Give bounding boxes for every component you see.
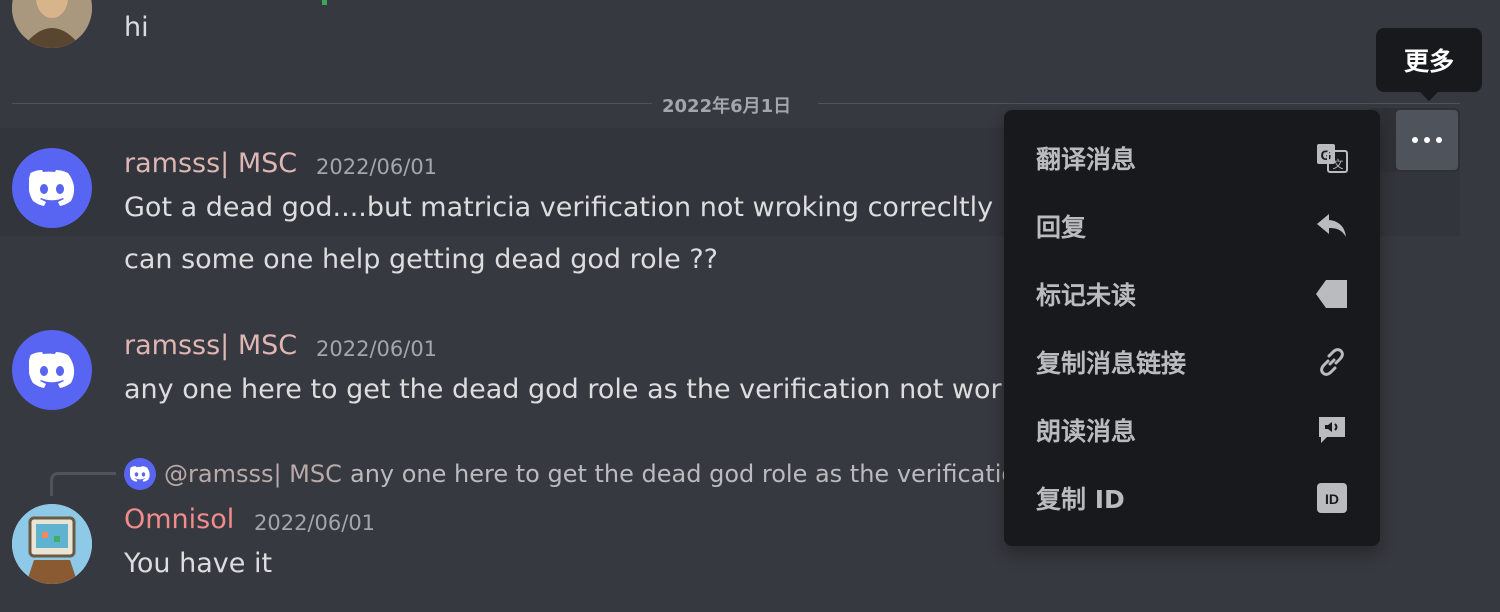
message-text: Got a dead god....but matricia verificat… [124, 192, 994, 223]
translate-icon: G 文 [1316, 142, 1348, 174]
menu-item-label: 回复 [1036, 213, 1087, 242]
reply-avatar[interactable] [124, 458, 156, 490]
more-dot [1436, 137, 1442, 143]
timestamp[interactable]: 2022/06/01 [316, 155, 437, 179]
message-text: can some one help getting dead god role … [124, 244, 718, 275]
avatar[interactable] [12, 330, 92, 410]
menu-item-label: 翻译消息 [1036, 145, 1137, 174]
date-divider: 2022年6月1日 [662, 92, 792, 118]
more-dots-icon [1412, 137, 1418, 143]
menu-item-copy-id[interactable]: 复制 ID ID [1016, 468, 1368, 528]
reply-icon [1316, 210, 1348, 242]
tooltip: 更多 [1376, 28, 1482, 92]
username[interactable]: ramsss| MSC [124, 330, 297, 361]
avatar[interactable] [12, 504, 92, 584]
timestamp[interactable]: 2022/06/01 [316, 337, 437, 361]
reply-connector [50, 472, 116, 496]
more-dot [1424, 137, 1430, 143]
reply-preview-text[interactable]: any one here to get the dead god role as… [350, 460, 1054, 488]
menu-item-label: 朗读消息 [1036, 417, 1137, 446]
message-text: any one here to get the dead god role as… [124, 374, 1042, 405]
svg-text:文: 文 [1333, 157, 1344, 171]
timestamp[interactable]: 2022/06/01 [254, 511, 375, 535]
menu-item-copy-link[interactable]: 复制消息链接 [1016, 332, 1368, 392]
menu-item-reply[interactable]: 回复 [1016, 196, 1368, 256]
username[interactable]: ramsss| MSC [124, 148, 297, 179]
more-button[interactable] [1396, 110, 1458, 170]
mark-unread-icon [1316, 278, 1348, 310]
username[interactable]: Omnisol [124, 504, 234, 535]
menu-item-speak[interactable]: 朗读消息 [1016, 400, 1368, 460]
discord-logo-icon [29, 170, 75, 206]
message-text: You have it [124, 548, 273, 579]
reply-username[interactable]: @ramsss| MSC [164, 460, 342, 488]
status-indicator [322, 0, 327, 5]
message-context-menu: 翻译消息 G 文 回复 标记未读 复制消息链接 朗读消息 复制 ID ID [1004, 110, 1380, 546]
tooltip-arrow [1419, 91, 1439, 101]
divider-line-left [12, 103, 652, 104]
svg-text:G: G [1321, 147, 1332, 163]
menu-item-translate[interactable]: 翻译消息 G 文 [1016, 128, 1368, 188]
discord-logo-icon [130, 466, 150, 482]
speak-icon [1316, 414, 1348, 446]
avatar[interactable] [12, 0, 92, 48]
id-icon: ID [1316, 482, 1348, 514]
avatar[interactable] [12, 148, 92, 228]
chat-messages-area: hi 2022年6月1日 ramsss| MSC 2022/06/01 Got … [0, 0, 1500, 612]
discord-logo-icon [29, 352, 75, 388]
menu-item-label: 复制消息链接 [1036, 349, 1187, 378]
svg-text:ID: ID [1325, 491, 1339, 507]
menu-item-label: 复制 ID [1036, 485, 1125, 514]
divider-line-right [818, 103, 1460, 104]
menu-item-mark-unread[interactable]: 标记未读 [1016, 264, 1368, 324]
link-icon [1316, 346, 1348, 378]
message-text: hi [124, 12, 149, 43]
menu-item-label: 标记未读 [1036, 281, 1137, 310]
